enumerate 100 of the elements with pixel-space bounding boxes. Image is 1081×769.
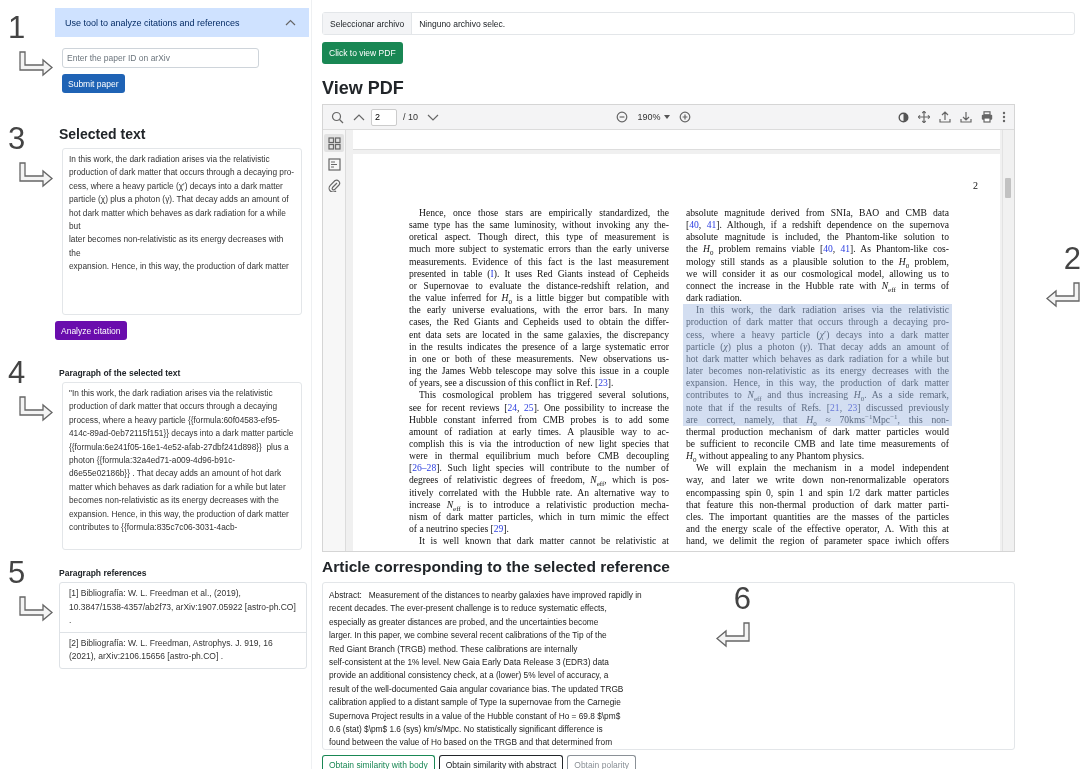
outline-icon [327, 157, 341, 171]
page-count: / 10 [403, 112, 418, 122]
contrast-icon[interactable] [898, 111, 909, 123]
section-heading: View PDF [322, 77, 405, 99]
text-line: H$_{0}$ without appealing to any Phantom physics. [686, 450, 866, 463]
accordion-header[interactable]: Use tool to analyze citations and references [55, 8, 309, 37]
text-line: of a neutrino species [29]. [409, 523, 510, 536]
annotation-arrow-icon [715, 622, 751, 648]
annotation-arrow-icon [18, 162, 54, 188]
action-button[interactable]: Obtain similarity with abstract [438, 755, 564, 769]
choose-file-button[interactable]: Seleccionar archivo [323, 13, 413, 34]
text-line: much more subject to systematic errors than the early universe [409, 243, 669, 256]
text-line: same type has the same luminosity, without invoking any the- [409, 219, 669, 232]
text-line: note that if the results of Refs. [21, 23] discussed previously [686, 401, 949, 414]
paper-id-field[interactable]: Enter the paper ID on arXiv [62, 48, 259, 68]
text-line: In this work, the dark radiation arises via the relativistic [695, 304, 949, 317]
text-line: cles. The important quantities are the masses of the particles [686, 510, 949, 524]
text-line: encompassing spin 0, spin 1 and spin 1/2 dark matter particles [686, 486, 949, 499]
text-line: in the results indicates the presence of a large systematic error [409, 340, 669, 353]
print-icon[interactable] [981, 111, 993, 123]
text-line: in one or both of these measurements. New observations us- [409, 352, 669, 366]
text-line: were in thermal equilibrium much before CMB decoupling [409, 450, 669, 463]
thumbnails-button[interactable] [324, 134, 344, 152]
text-line: the value inferred for H$_{0}$ is a little bigger but compatible with [409, 292, 669, 305]
chevron-up-icon[interactable] [353, 112, 365, 122]
file-input[interactable]: Seleccionar archivo Ninguno archivo selec. [322, 12, 1075, 35]
text-line: We will explain the mechanism in a model independent [695, 462, 949, 475]
text-line: degrees of relativistic degrees of freedom, N$_{eff}$, which is pos- [409, 474, 669, 487]
citation-link[interactable]: 40 [689, 219, 699, 231]
annotation-number: 5 [8, 558, 26, 588]
text-line: hot dark matter which behaves as dark radiation for a while but [686, 352, 949, 366]
download-icon[interactable] [960, 111, 972, 123]
text-line: amount of radiation at early times. A plausible way to ac- [409, 425, 669, 438]
text-line: ing the James Webb telescope may solve this issue in a couple [409, 365, 669, 378]
text-line: particle (χ) plus a photon (γ). That decay adds an amount of [686, 340, 949, 353]
text-line: oretical aspect. Though direct, this type of measurement is [409, 231, 669, 244]
text-line: or Supernovae to evaluate the distance-redshift relation, and [409, 279, 669, 293]
upload-icon[interactable] [939, 111, 951, 123]
zoom-in-icon[interactable] [678, 111, 691, 123]
text-line: nism of dark matter particles, which in turn mimic the effect [409, 510, 669, 524]
text-line: mology still stands as a plausible solution to the H$_{0}$ problem, [686, 255, 949, 268]
text-line: the early universe evaluations, with the error bars. In many [409, 304, 669, 317]
citation-link[interactable]: 25 [524, 401, 534, 413]
zoom-out-icon[interactable] [616, 111, 629, 123]
annotation-number: 3 [8, 124, 26, 154]
submit-button[interactable]: Submit paper [62, 74, 125, 93]
file-name: Ninguno archivo selec. [418, 17, 507, 31]
search-icon[interactable] [331, 110, 344, 124]
text-line: that feature this non-thermal production of dark matter parti- [686, 498, 949, 511]
citation-link[interactable]: 41 [840, 243, 850, 255]
section-heading: Selected text [59, 126, 147, 142]
citation-link[interactable]: 23 [598, 377, 608, 389]
text-line: and the energy scale of the effective operator, Λ. With this at [686, 523, 949, 536]
text-line: way, and later we write down non-renormalizable operators [686, 474, 949, 487]
text-line: cases, the Red Giants and Cepheids used to obtain the differ- [409, 316, 669, 329]
annotation-arrow-icon [18, 596, 54, 622]
thumbnails-icon [327, 136, 341, 150]
annotation-arrow-icon [18, 396, 54, 422]
annotation-arrow-icon [18, 51, 54, 77]
annotation-number: 1 [8, 13, 26, 43]
annotation-number: 2 [1063, 244, 1081, 274]
text-line: measurements. Evidence of this fact is the last measurement [409, 255, 669, 268]
text-line: absolute magnitude is included, the Phantom-like solution to [686, 231, 949, 244]
text-line: see for recent reviews [24, 25]. One possibility to increase the [409, 401, 669, 414]
move-icon[interactable] [918, 111, 930, 123]
text-line: we will consider it as our cosmological model, allowing us to [686, 267, 949, 280]
selected-text-field[interactable]: In this work, the dark radiation arises via the relativistic production of dark matter that occurs through a decaying pro- cess, where a heavy particle (χ′) decays into a dark matter particle (χ) plus a photon (γ). That decay adds an amount of hot dark matter which behaves as dark radiation for a while but later becomes non-relativistic as its energy decreases with the expansion. Hence, in this way, the production of dark matter [62, 148, 302, 315]
page-number-field[interactable]: 2 [371, 108, 397, 126]
action-button[interactable]: Obtain similarity with body [322, 755, 435, 769]
scrollbar[interactable] [1002, 130, 1014, 551]
analyze-button[interactable]: Analyze citation [55, 321, 127, 340]
text-line: complish this is via the introduction of new light species that [409, 437, 669, 451]
text-line: cess, where a heavy particle (χ′) decays into a dark matter [686, 328, 949, 341]
more-icon[interactable] [1002, 111, 1006, 123]
citation-link[interactable]: 26–28 [412, 462, 437, 474]
text-line: expansion. Hence, in this way, the production of dark matter [686, 377, 949, 390]
section-heading: Paragraph references [59, 568, 148, 578]
text-line: Hubble constant inferred from CMB probes is to add some [409, 413, 669, 426]
text-line: increase N$_{eff}$ is to introduce a relativistic production mecha- [409, 498, 669, 511]
citation-link[interactable]: I [490, 267, 494, 279]
scrollbar-thumb[interactable] [1005, 178, 1011, 198]
view-pdf-button[interactable]: Click to view PDF [322, 42, 403, 64]
text-line: itively correlated with the Hubble rate. An alternative way to [409, 486, 669, 499]
text-line: production of dark matter that occurs through a decaying pro- [686, 316, 949, 329]
citation-link[interactable]: 40 [823, 243, 833, 255]
reference-item[interactable]: [2] Bibliografía: W. L. Freedman, Astrophys. J. 919, 16 (2021), arXiv:2106.15656 [astro-ph.CO] . [60, 631, 306, 668]
paragraph-field[interactable]: "In this work, the dark radiation arises via the relativistic production of dark matter that occurs through a decaying process, where a heavy particle {{formula:60f04583-ef95-414c-89ad-0eb72115f151}} decays into a dark matter particle {{formula:6e241f05-16e1-4e52-afab-27dbf241d898}} plus a photon {{formula:32a4ed71-a009-4d96-b91c-d6e55e02186b}} . That decay adds an amount of hot dark matter which behaves as dark radiation for a while but later becomes non-relativistic as its energy decreases with the expansion. Hence, in this way, the production of dark matter contributes to {{formula:835c7c06-3031-4acb- [62, 382, 302, 550]
paperclip-icon [327, 178, 341, 192]
text-line: contributes to N$_{eff}$ and thus increasing H$_{0}$. As a side remark, [686, 389, 949, 402]
text-line: later becomes non-relativistic as its energy decreases with the [686, 365, 949, 378]
chevron-down-icon[interactable] [427, 112, 439, 122]
text-line: It is well known that dark matter cannot be relativistic at [418, 535, 669, 548]
citation-link[interactable]: 41 [706, 219, 717, 231]
text-line: presented in table (I). It uses Red Giants instead of Cepheids [409, 267, 669, 280]
action-button[interactable]: Obtain polarity [567, 755, 637, 769]
zoom-dropdown[interactable]: 190% [637, 112, 670, 122]
annotation-number: 6 [733, 584, 751, 614]
text-line: connect the increase in the Hubble rate with N$_{eff}$ in terms of [686, 279, 949, 293]
text-line: be sufficient to reconcile CMB and late time measurements of [686, 437, 949, 451]
reference-item[interactable]: [1] Bibliografía: W. L. Freedman et al., (2019), 10.3847/1538-4357/ab2f73, arXiv:1907.05922 [astro-ph.CO] . [60, 583, 306, 632]
